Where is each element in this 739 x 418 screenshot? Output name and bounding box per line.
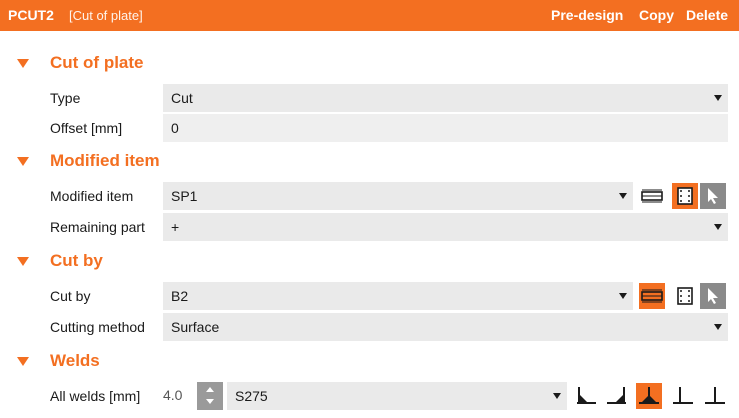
predesign-button[interactable]: Pre-design — [551, 7, 623, 23]
collapse-toggle-icon[interactable] — [17, 357, 29, 366]
chevron-down-icon — [714, 224, 722, 230]
section-cut-of-plate: Cut of plate — [0, 51, 739, 77]
member-swap-icon[interactable] — [639, 283, 665, 309]
weld-size-value[interactable]: 4.0 — [163, 387, 182, 403]
modified-item-row: Modified item SP1 — [0, 182, 739, 210]
cutting-method-label: Cutting method — [50, 319, 145, 335]
double-fillet-weld-icon[interactable] — [636, 383, 662, 409]
weld-material-select[interactable]: S275 — [227, 382, 567, 410]
section-cut-by: Cut by — [0, 249, 739, 275]
cut-by-select[interactable]: B2 — [163, 282, 633, 310]
operation-type: [Cut of plate] — [69, 8, 143, 23]
butt-weld-left-icon[interactable] — [670, 383, 696, 409]
collapse-toggle-icon[interactable] — [17, 257, 29, 266]
type-label: Type — [50, 90, 81, 106]
weld-size-stepper[interactable] — [197, 382, 223, 410]
plate-frame-icon[interactable] — [672, 183, 698, 209]
collapse-toggle-icon[interactable] — [17, 59, 29, 68]
modified-item-label: Modified item — [50, 188, 134, 204]
pick-cursor-icon[interactable] — [700, 183, 726, 209]
type-value: Cut — [171, 90, 193, 106]
cutting-method-value: Surface — [171, 319, 220, 335]
modified-item-select[interactable]: SP1 — [163, 182, 633, 210]
plate-frame-icon[interactable] — [672, 283, 698, 309]
butt-weld-icon[interactable] — [702, 383, 728, 409]
stepper-up-icon[interactable] — [206, 387, 214, 392]
chevron-down-icon — [714, 95, 722, 101]
title-bar: PCUT2 [Cut of plate] Pre-design Copy Del… — [0, 0, 739, 31]
member-swap-icon[interactable] — [639, 183, 665, 209]
all-welds-row: All welds [mm] 4.0 S275 — [0, 382, 739, 410]
collapse-toggle-icon[interactable] — [17, 157, 29, 166]
delete-button[interactable]: Delete — [686, 7, 728, 23]
offset-input[interactable]: 0 — [163, 114, 728, 142]
fillet-weld-left-icon[interactable] — [573, 383, 599, 409]
cut-by-label: Cut by — [50, 288, 91, 304]
section-title: Cut of plate — [50, 53, 144, 72]
offset-label: Offset [mm] — [50, 120, 123, 136]
chevron-down-icon — [553, 393, 561, 399]
cutting-method-select[interactable]: Surface — [163, 313, 728, 341]
all-welds-label: All welds [mm] — [50, 388, 141, 404]
chevron-down-icon — [619, 193, 627, 199]
section-title: Modified item — [50, 151, 160, 170]
copy-button[interactable]: Copy — [639, 7, 674, 23]
pick-cursor-icon[interactable] — [700, 283, 726, 309]
remaining-part-value: + — [171, 219, 180, 235]
cut-by-value: B2 — [171, 288, 189, 304]
chevron-down-icon — [714, 324, 722, 330]
cut-by-row: Cut by B2 — [0, 282, 739, 310]
remaining-part-label: Remaining part — [50, 219, 145, 235]
section-welds: Welds — [0, 349, 739, 375]
fillet-weld-right-icon[interactable] — [604, 383, 630, 409]
operation-name: PCUT2 — [8, 7, 54, 23]
offset-value: 0 — [171, 120, 179, 136]
cutting-method-row: Cutting method Surface — [0, 313, 739, 341]
remaining-part-select[interactable]: + — [163, 213, 728, 241]
offset-row: Offset [mm] 0 — [0, 114, 739, 142]
type-select[interactable]: Cut — [163, 84, 728, 112]
stepper-down-icon[interactable] — [206, 399, 214, 404]
modified-item-value: SP1 — [171, 188, 198, 204]
weld-material-value: S275 — [235, 388, 268, 404]
section-title: Cut by — [50, 251, 103, 270]
chevron-down-icon — [619, 293, 627, 299]
type-row: Type Cut — [0, 84, 739, 112]
section-title: Welds — [50, 351, 100, 370]
remaining-part-row: Remaining part + — [0, 213, 739, 241]
section-modified-item: Modified item — [0, 149, 739, 175]
